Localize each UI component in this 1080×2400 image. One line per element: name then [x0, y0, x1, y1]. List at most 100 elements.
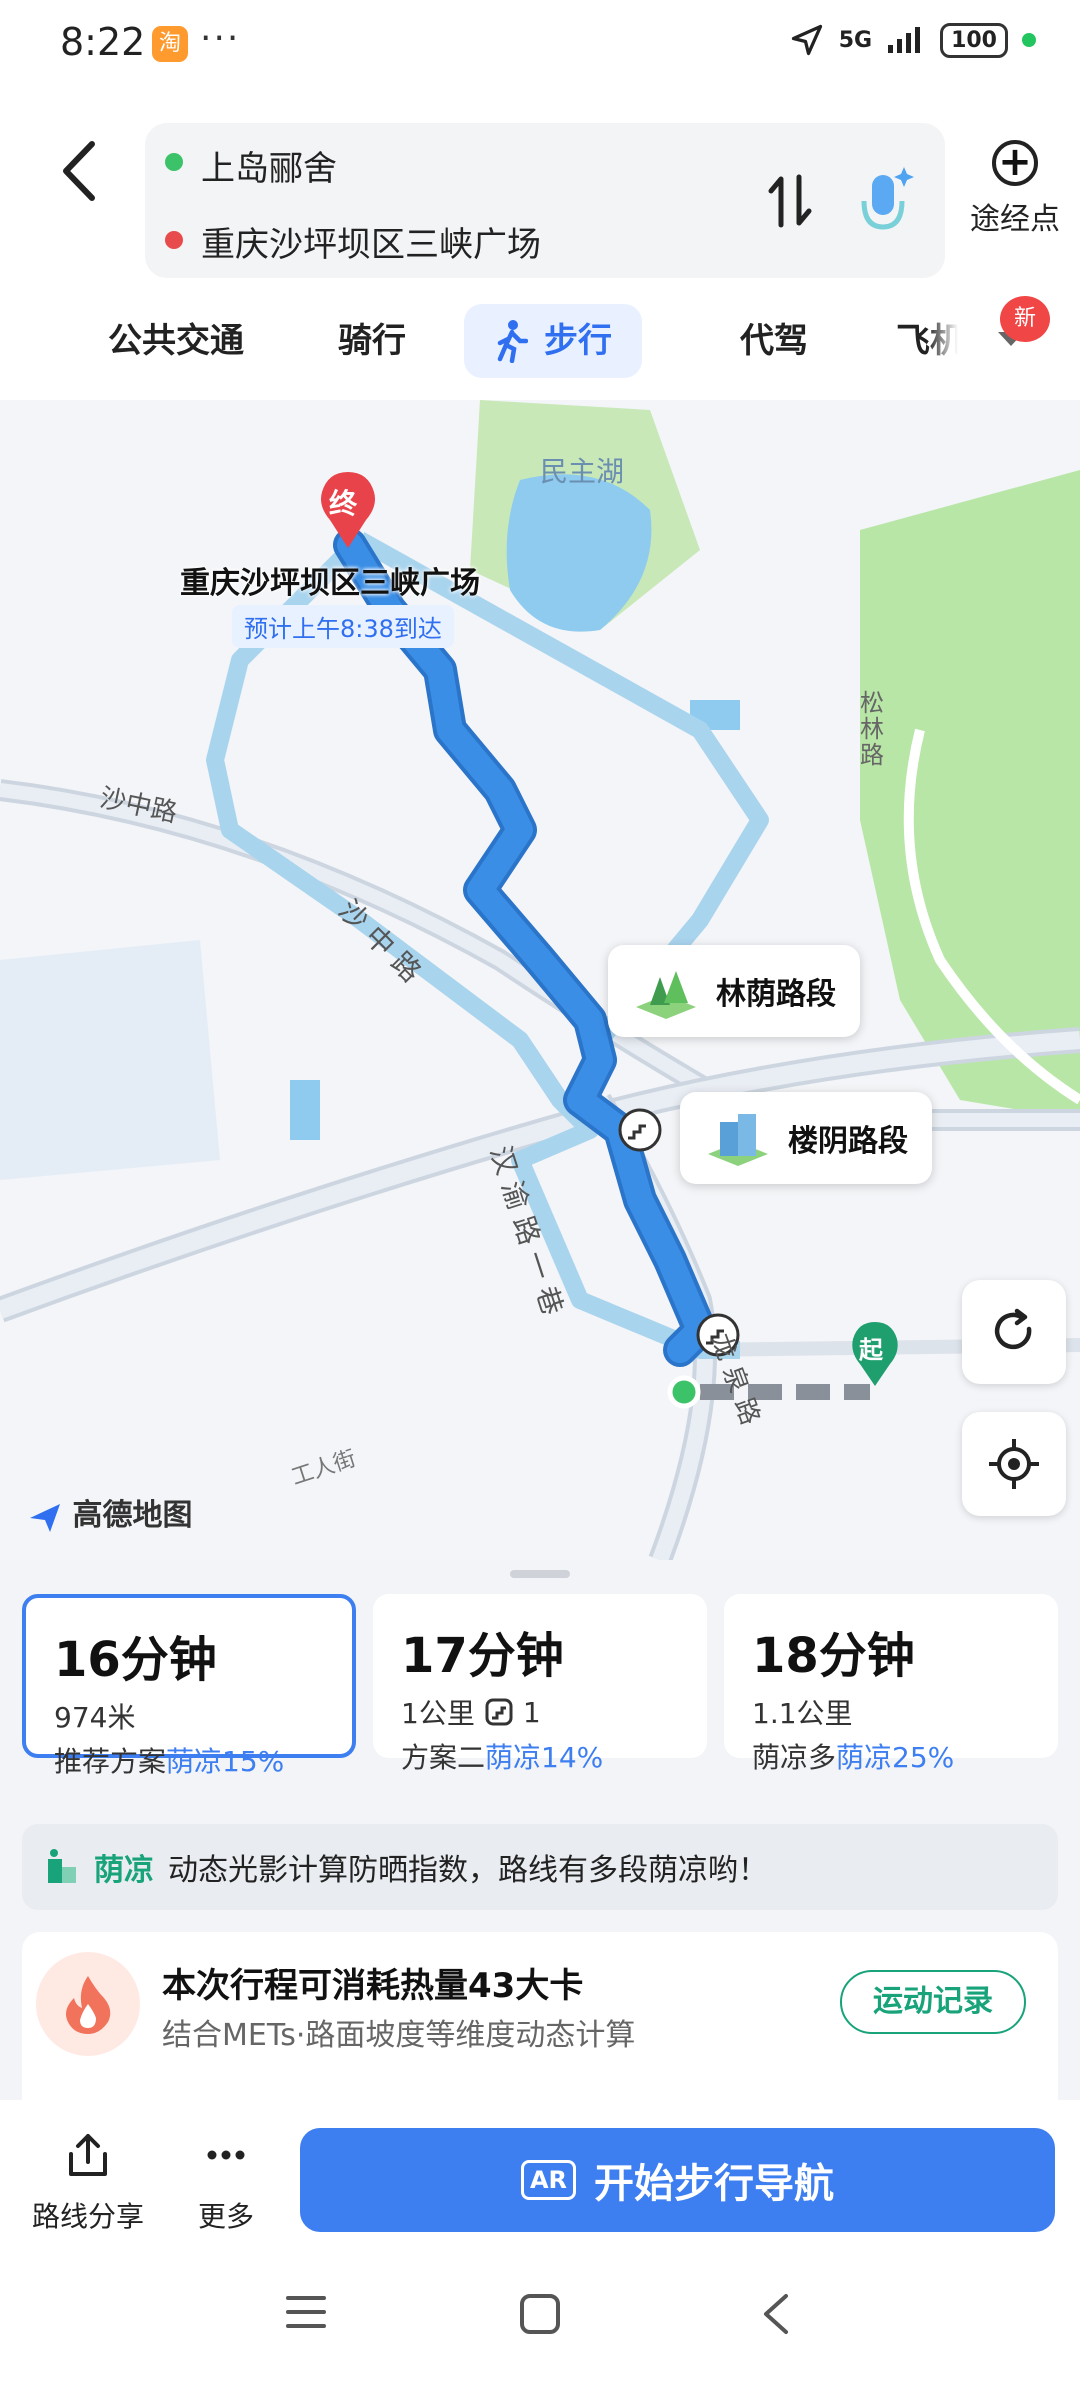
route-3-distance: 1.1公里	[752, 1697, 853, 1730]
route-option-3[interactable]: 18分钟 1.1公里 荫凉多荫凉25%	[724, 1594, 1058, 1774]
system-navigation-bar	[0, 2240, 1080, 2400]
map-view[interactable]: 民主湖 沙中路 沙 中 路 汉 渝 路 一 巷 松 林 路 龙 泉 路 工人街 …	[0, 400, 1080, 1560]
voice-button[interactable]	[850, 157, 920, 247]
share-route-label: 路线分享	[31, 2200, 144, 2233]
walking-person-icon	[497, 320, 528, 363]
building-icon	[708, 1114, 768, 1166]
route-option-1[interactable]: 16分钟 974米 推荐方案荫凉15%	[22, 1594, 356, 1778]
route-1-tag: 推荐方案荫凉15%	[54, 1740, 324, 1780]
origin-dot-icon	[165, 153, 183, 171]
swap-button[interactable]	[765, 171, 815, 243]
route-header: 上岛郦舍 重庆沙坪坝区三峡广场 + 途经点	[0, 96, 1080, 296]
building-callout-label: 楼阴路段	[788, 1124, 908, 1159]
back-nav-button[interactable]	[758, 2292, 794, 2340]
waypoint-label: 途经点	[970, 202, 1060, 237]
origin-point-icon	[667, 1375, 701, 1409]
refresh-route-button[interactable]	[962, 1280, 1066, 1384]
start-pin-label: 起	[859, 1336, 883, 1364]
exercise-record-button[interactable]: 运动记录	[840, 1970, 1026, 2034]
route-input-box: 上岛郦舍 重庆沙坪坝区三峡广场	[145, 123, 945, 278]
home-nav-button[interactable]	[518, 2292, 562, 2340]
lake-label: 民主湖	[540, 455, 625, 488]
destination-field[interactable]: 重庆沙坪坝区三峡广场	[201, 217, 541, 266]
tree-shade-callout[interactable]: 林荫路段	[608, 945, 860, 1037]
route-3-tag: 荫凉多荫凉25%	[752, 1736, 1030, 1776]
route-2-distance: 1公里	[401, 1697, 475, 1730]
tab-cycling[interactable]: 骑行	[338, 304, 406, 378]
location-arrow-icon	[791, 24, 822, 56]
route-2-duration: 17分钟	[401, 1628, 564, 1684]
route-2-tag: 方案二荫凉14%	[401, 1736, 679, 1776]
destination-pin-label: 终	[329, 487, 358, 520]
tab-flight[interactable]: 飞机	[896, 304, 958, 378]
status-bar: 8:22 淘 ··· 5G 100	[0, 0, 1080, 96]
route-sheet: 16分钟 974米 推荐方案荫凉15% 17分钟 1公里 1 方案二荫凉14% …	[0, 1560, 1080, 2132]
calorie-title: 本次行程可消耗热量43大卡	[162, 1966, 584, 2006]
tab-public-transit[interactable]: 公共交通	[108, 304, 244, 378]
destination-map-label: 重庆沙坪坝区三峡广场	[180, 566, 480, 601]
route-3-duration: 18分钟	[752, 1628, 915, 1684]
route-2-stairs-count: 1	[522, 1695, 541, 1729]
origin-field[interactable]: 上岛郦舍	[201, 141, 337, 190]
tree-callout-label: 林荫路段	[716, 977, 836, 1012]
plus-icon: +	[992, 140, 1038, 186]
back-arrow-icon	[63, 141, 95, 201]
route-option-2[interactable]: 17分钟 1公里 1 方案二荫凉14%	[373, 1594, 707, 1774]
calorie-desc: 结合METs·路面坡度等维度动态计算	[162, 2018, 636, 2053]
back-button[interactable]	[56, 136, 106, 216]
route-1-duration: 16分钟	[54, 1632, 217, 1688]
road-label-songlin: 松 林 路	[860, 689, 884, 769]
locate-icon	[989, 1439, 1039, 1489]
destination-pin[interactable]: 终	[316, 470, 380, 550]
shade-tip-brand: 荫凉	[94, 1853, 154, 1888]
shade-building-icon	[48, 1849, 76, 1883]
map-canvas	[0, 400, 1080, 1560]
shade-tip-bar[interactable]: 荫凉 动态光影计算防晒指数，路线有多段荫凉哟！	[22, 1824, 1058, 1910]
battery-indicator: 100	[940, 22, 1008, 58]
tree-icon	[636, 971, 696, 1019]
amap-watermark-text: 高德地图	[72, 1498, 193, 1533]
destination-dot-icon	[165, 231, 183, 249]
route-1-label: 推荐方案	[54, 1745, 167, 1778]
tab-chauffeur[interactable]: 代驾	[740, 304, 808, 378]
amap-watermark: 高德地图	[28, 1490, 192, 1534]
route-1-distance: 974米	[54, 1701, 136, 1734]
route-2-meta: 1公里 1	[401, 1692, 679, 1732]
shade-tip-text: 动态光影计算防晒指数，路线有多段荫凉哟！	[168, 1853, 768, 1888]
route-1-shade: 荫凉15%	[166, 1745, 285, 1778]
fire-icon	[36, 1952, 140, 2056]
route-3-label: 荫凉多	[752, 1741, 837, 1774]
tab-walking[interactable]: 步行	[464, 304, 642, 378]
start-pin[interactable]: 起	[848, 1320, 902, 1388]
share-icon	[69, 2134, 107, 2176]
status-right: 5G 100	[789, 22, 1036, 58]
back-triangle-icon	[764, 2294, 788, 2334]
eta-label: 预计上午8:38到达	[232, 605, 454, 648]
status-time: 8:22	[60, 20, 146, 64]
taobao-icon: 淘	[152, 26, 188, 62]
signal-icon	[888, 27, 921, 53]
stairs-badge-icon	[485, 1698, 513, 1726]
start-walking-navigation-button[interactable]: AR 开始步行导航	[300, 2128, 1055, 2232]
ar-icon: AR	[520, 2160, 577, 2200]
more-label: 更多	[197, 2200, 254, 2233]
home-square-icon	[520, 2294, 560, 2334]
add-waypoint-button[interactable]: + 途经点	[960, 140, 1070, 238]
menu-icon	[286, 2296, 326, 2328]
bottom-action-bar: 路线分享 更多 AR 开始步行导航	[0, 2100, 1080, 2240]
menu-nav-button[interactable]	[284, 2292, 328, 2336]
share-route-button[interactable]: 路线分享	[28, 2130, 148, 2235]
tab-walking-label: 步行	[544, 321, 612, 361]
microphone-icon	[861, 167, 914, 230]
route-2-label: 方案二	[401, 1741, 486, 1774]
refresh-icon	[994, 1308, 1032, 1350]
sheet-drag-handle[interactable]	[510, 1570, 570, 1578]
building-shade-callout[interactable]: 楼阴路段	[680, 1092, 932, 1184]
new-badge: 新	[1000, 296, 1050, 342]
amap-logo-icon	[30, 1503, 60, 1532]
route-2-shade: 荫凉14%	[485, 1741, 604, 1774]
locate-me-button[interactable]	[962, 1412, 1066, 1516]
more-button[interactable]: 更多	[176, 2130, 276, 2235]
start-navigation-label: 开始步行导航	[594, 2161, 835, 2207]
privacy-dot-icon	[1022, 33, 1036, 47]
